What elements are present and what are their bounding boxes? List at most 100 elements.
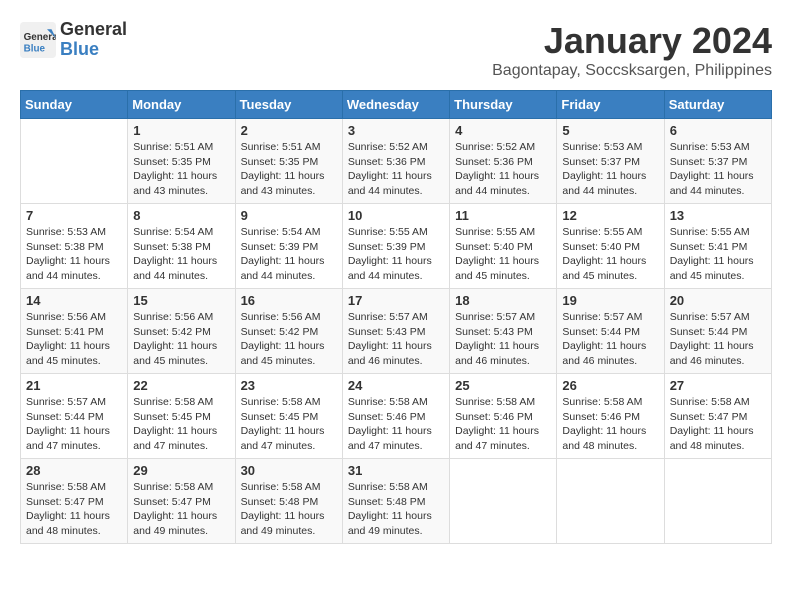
calendar-cell: 7Sunrise: 5:53 AM Sunset: 5:38 PM Daylig… [21,204,128,289]
calendar-cell: 8Sunrise: 5:54 AM Sunset: 5:38 PM Daylig… [128,204,235,289]
day-number: 17 [348,293,444,308]
calendar-week-row: 1 Sunrise: 5:51 AM Sunset: 5:35 PM Daylig… [21,119,772,204]
calendar-cell: 26 Sunrise: 5:58 AM Sunset: 5:46 PM Dayli… [557,374,664,459]
day-number: 30 [241,463,337,478]
calendar-week-row: 21 Sunrise: 5:57 AM Sunset: 5:44 PM Dayli… [21,374,772,459]
calendar-cell [21,119,128,204]
day-info: Sunrise: 5:52 AM Sunset: 5:36 PM Dayligh… [348,140,444,199]
calendar-cell: 31 Sunrise: 5:58 AM Sunset: 5:48 PM Dayli… [342,459,449,544]
day-number: 22 [133,378,229,393]
day-number: 12 [562,208,658,223]
day-info: Sunrise: 5:58 AM Sunset: 5:45 PM Dayligh… [133,395,229,454]
calendar-cell: 2 Sunrise: 5:51 AM Sunset: 5:35 PM Daylig… [235,119,342,204]
day-number: 18 [455,293,551,308]
day-info: Sunrise: 5:53 AM Sunset: 5:37 PM Dayligh… [670,140,766,199]
calendar-table: SundayMondayTuesdayWednesdayThursdayFrid… [20,90,772,544]
calendar-cell [664,459,771,544]
weekday-header-wednesday: Wednesday [342,91,449,119]
day-number: 11 [455,208,551,223]
calendar-cell: 15 Sunrise: 5:56 AM Sunset: 5:42 PM Dayli… [128,289,235,374]
svg-text:General: General [24,32,56,43]
day-info: Sunrise: 5:55 AM Sunset: 5:39 PM Dayligh… [348,225,444,284]
day-number: 2 [241,123,337,138]
day-info: Sunrise: 5:52 AM Sunset: 5:36 PM Dayligh… [455,140,551,199]
calendar-cell: 27 Sunrise: 5:58 AM Sunset: 5:47 PM Dayli… [664,374,771,459]
calendar-cell: 22 Sunrise: 5:58 AM Sunset: 5:45 PM Dayli… [128,374,235,459]
calendar-cell: 21 Sunrise: 5:57 AM Sunset: 5:44 PM Dayli… [21,374,128,459]
month-title: January 2024 [492,20,772,62]
day-number: 23 [241,378,337,393]
day-info: Sunrise: 5:58 AM Sunset: 5:47 PM Dayligh… [670,395,766,454]
day-info: Sunrise: 5:53 AM Sunset: 5:38 PM Dayligh… [26,225,122,284]
day-info: Sunrise: 5:58 AM Sunset: 5:48 PM Dayligh… [348,480,444,539]
calendar-cell: 23 Sunrise: 5:58 AM Sunset: 5:45 PM Dayli… [235,374,342,459]
logo-text: General Blue [60,20,127,60]
calendar-cell: 12 Sunrise: 5:55 AM Sunset: 5:40 PM Dayli… [557,204,664,289]
day-info: Sunrise: 5:57 AM Sunset: 5:44 PM Dayligh… [562,310,658,369]
day-number: 3 [348,123,444,138]
day-number: 27 [670,378,766,393]
calendar-week-row: 28 Sunrise: 5:58 AM Sunset: 5:47 PM Dayli… [21,459,772,544]
day-number: 6 [670,123,766,138]
weekday-header-thursday: Thursday [450,91,557,119]
logo-icon: General Blue [20,22,56,58]
day-number: 8 [133,208,229,223]
calendar-cell: 4 Sunrise: 5:52 AM Sunset: 5:36 PM Daylig… [450,119,557,204]
calendar-cell: 25Sunrise: 5:58 AM Sunset: 5:46 PM Dayli… [450,374,557,459]
day-info: Sunrise: 5:55 AM Sunset: 5:40 PM Dayligh… [455,225,551,284]
calendar-cell: 28 Sunrise: 5:58 AM Sunset: 5:47 PM Dayli… [21,459,128,544]
day-info: Sunrise: 5:57 AM Sunset: 5:44 PM Dayligh… [26,395,122,454]
calendar-cell: 11 Sunrise: 5:55 AM Sunset: 5:40 PM Dayli… [450,204,557,289]
day-info: Sunrise: 5:51 AM Sunset: 5:35 PM Dayligh… [241,140,337,199]
weekday-header-monday: Monday [128,91,235,119]
day-info: Sunrise: 5:58 AM Sunset: 5:46 PM Dayligh… [562,395,658,454]
calendar-cell: 16 Sunrise: 5:56 AM Sunset: 5:42 PM Dayli… [235,289,342,374]
day-number: 16 [241,293,337,308]
day-info: Sunrise: 5:57 AM Sunset: 5:43 PM Dayligh… [455,310,551,369]
calendar-cell: 20Sunrise: 5:57 AM Sunset: 5:44 PM Dayli… [664,289,771,374]
weekday-header-saturday: Saturday [664,91,771,119]
calendar-cell: 18 Sunrise: 5:57 AM Sunset: 5:43 PM Dayli… [450,289,557,374]
day-number: 21 [26,378,122,393]
calendar-week-row: 14 Sunrise: 5:56 AM Sunset: 5:41 PM Dayli… [21,289,772,374]
day-info: Sunrise: 5:56 AM Sunset: 5:41 PM Dayligh… [26,310,122,369]
calendar-cell: 9Sunrise: 5:54 AM Sunset: 5:39 PM Daylig… [235,204,342,289]
day-info: Sunrise: 5:58 AM Sunset: 5:45 PM Dayligh… [241,395,337,454]
day-info: Sunrise: 5:58 AM Sunset: 5:46 PM Dayligh… [348,395,444,454]
day-number: 29 [133,463,229,478]
calendar-cell: 13Sunrise: 5:55 AM Sunset: 5:41 PM Dayli… [664,204,771,289]
calendar-cell [557,459,664,544]
day-info: Sunrise: 5:53 AM Sunset: 5:37 PM Dayligh… [562,140,658,199]
day-number: 19 [562,293,658,308]
day-number: 13 [670,208,766,223]
calendar-cell [450,459,557,544]
calendar-cell: 19 Sunrise: 5:57 AM Sunset: 5:44 PM Dayli… [557,289,664,374]
day-number: 31 [348,463,444,478]
day-number: 20 [670,293,766,308]
day-number: 14 [26,293,122,308]
day-info: Sunrise: 5:58 AM Sunset: 5:47 PM Dayligh… [26,480,122,539]
calendar-cell: 14 Sunrise: 5:56 AM Sunset: 5:41 PM Dayli… [21,289,128,374]
day-number: 24 [348,378,444,393]
calendar-cell: 24 Sunrise: 5:58 AM Sunset: 5:46 PM Dayli… [342,374,449,459]
day-info: Sunrise: 5:55 AM Sunset: 5:40 PM Dayligh… [562,225,658,284]
day-info: Sunrise: 5:58 AM Sunset: 5:48 PM Dayligh… [241,480,337,539]
day-number: 4 [455,123,551,138]
day-number: 15 [133,293,229,308]
day-number: 1 [133,123,229,138]
calendar-cell: 30 Sunrise: 5:58 AM Sunset: 5:48 PM Dayli… [235,459,342,544]
calendar-cell: 29 Sunrise: 5:58 AM Sunset: 5:47 PM Dayli… [128,459,235,544]
weekday-header-row: SundayMondayTuesdayWednesdayThursdayFrid… [21,91,772,119]
day-number: 28 [26,463,122,478]
day-number: 10 [348,208,444,223]
day-info: Sunrise: 5:56 AM Sunset: 5:42 PM Dayligh… [241,310,337,369]
calendar-week-row: 7Sunrise: 5:53 AM Sunset: 5:38 PM Daylig… [21,204,772,289]
day-info: Sunrise: 5:56 AM Sunset: 5:42 PM Dayligh… [133,310,229,369]
day-number: 26 [562,378,658,393]
header: General Blue General Blue January 2024 B… [20,20,772,80]
day-info: Sunrise: 5:54 AM Sunset: 5:39 PM Dayligh… [241,225,337,284]
calendar-cell: 10 Sunrise: 5:55 AM Sunset: 5:39 PM Dayli… [342,204,449,289]
weekday-header-sunday: Sunday [21,91,128,119]
day-info: Sunrise: 5:51 AM Sunset: 5:35 PM Dayligh… [133,140,229,199]
day-info: Sunrise: 5:58 AM Sunset: 5:47 PM Dayligh… [133,480,229,539]
